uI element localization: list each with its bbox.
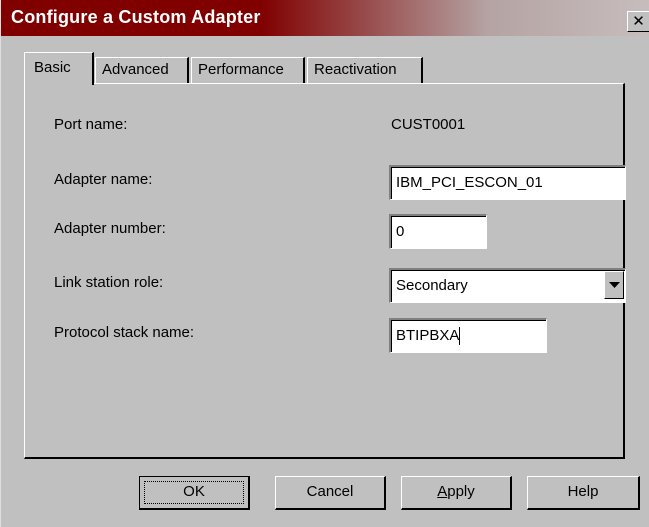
adapter-name-input[interactable]: IBM_PCI_ESCON_01 xyxy=(389,165,626,200)
tab-panel-basic: Port name: CUST0001 Adapter name: IBM_PC… xyxy=(24,83,626,459)
protocol-stack-name-label: Protocol stack name: xyxy=(54,324,195,341)
chevron-down-icon xyxy=(609,282,620,288)
tab-basic[interactable]: Basic xyxy=(24,52,94,85)
adapter-name-label: Adapter name: xyxy=(54,171,153,188)
apply-button[interactable]: Apply xyxy=(401,476,512,510)
cancel-button[interactable]: Cancel xyxy=(275,476,386,510)
adapter-number-input[interactable]: 0 xyxy=(389,214,487,249)
protocol-stack-name-value: BTIPBXA xyxy=(396,327,460,344)
window-title: Configure a Custom Adapter xyxy=(11,7,261,27)
text-cursor xyxy=(459,327,461,346)
link-station-role-value: Secondary xyxy=(396,277,468,294)
tab-basic-label: Basic xyxy=(34,59,71,76)
apply-mnemonic: A xyxy=(437,483,448,500)
cancel-button-label: Cancel xyxy=(306,483,354,500)
dialog-window: Configure a Custom Adapter ✕ Advanced Pe… xyxy=(0,0,649,527)
port-name-label: Port name: xyxy=(54,116,128,133)
close-icon: ✕ xyxy=(632,12,645,30)
title-bar[interactable]: Configure a Custom Adapter xyxy=(1,0,649,36)
help-button-label: Help xyxy=(567,483,599,500)
apply-button-label: pply xyxy=(447,483,475,500)
tab-advanced[interactable]: Advanced xyxy=(95,57,189,83)
link-station-role-label: Link station role: xyxy=(54,274,164,291)
focus-rect xyxy=(144,481,244,504)
adapter-number-value: 0 xyxy=(396,223,405,240)
ok-button[interactable]: OK xyxy=(139,476,250,510)
close-button[interactable]: ✕ xyxy=(627,11,649,32)
tab-reactivation[interactable]: Reactivation xyxy=(307,57,423,83)
tab-advanced-label: Advanced xyxy=(102,61,169,78)
tab-performance-label: Performance xyxy=(198,61,284,78)
tab-reactivation-label: Reactivation xyxy=(314,61,397,78)
port-name-value: CUST0001 xyxy=(391,116,466,133)
help-button[interactable]: Help xyxy=(527,476,640,510)
adapter-name-value: IBM_PCI_ESCON_01 xyxy=(396,174,543,191)
adapter-number-label: Adapter number: xyxy=(54,220,166,237)
link-station-role-select[interactable]: Secondary xyxy=(389,268,626,303)
tab-performance[interactable]: Performance xyxy=(191,57,305,83)
dropdown-button[interactable] xyxy=(604,271,624,299)
protocol-stack-name-input[interactable]: BTIPBXA xyxy=(389,318,547,353)
